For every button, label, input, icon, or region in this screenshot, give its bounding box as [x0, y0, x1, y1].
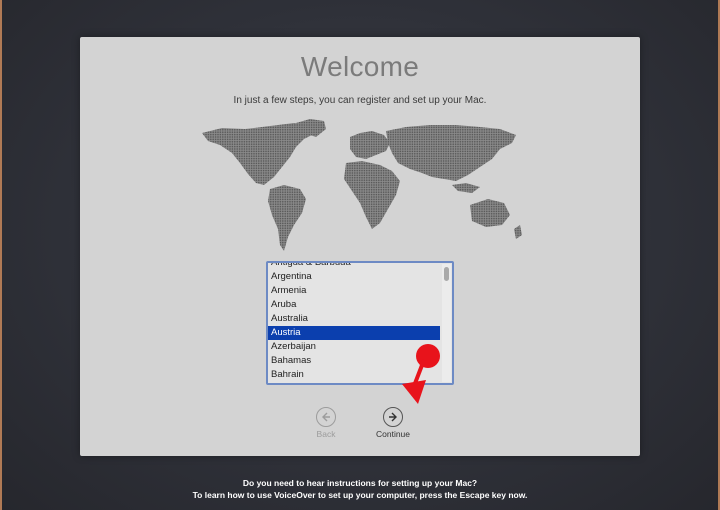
- page-title: Welcome: [300, 51, 420, 82]
- map-south-america: [268, 185, 306, 251]
- map-europe: [350, 131, 390, 159]
- map-new-zealand: [514, 225, 522, 239]
- list-scrollbar[interactable]: [442, 264, 451, 382]
- back-label: Back: [316, 429, 336, 439]
- country-list[interactable]: Antigua & Barbuda Argentina Armenia Arub…: [266, 261, 454, 385]
- window-edge-left: [0, 0, 2, 510]
- continue-button[interactable]: Continue: [363, 407, 423, 439]
- forward-arrow-circle-icon: [383, 407, 403, 427]
- welcome-panel: Welcome In just a few steps, you can reg…: [80, 37, 640, 456]
- map-north-america: [202, 123, 316, 185]
- country-item[interactable]: Bahrain: [268, 368, 440, 382]
- back-arrow-circle-icon: [316, 407, 336, 427]
- page-subtitle: In just a few steps, you can register an…: [233, 95, 487, 106]
- country-item[interactable]: Bahamas: [268, 354, 440, 368]
- map-australia: [470, 199, 510, 227]
- map-southeast-asia: [452, 183, 480, 193]
- country-item-selected[interactable]: Austria: [268, 326, 440, 340]
- voiceover-instructions: Do you need to hear instructions for set…: [0, 477, 720, 501]
- continue-label: Continue: [375, 429, 411, 439]
- map-asia: [386, 125, 516, 181]
- country-item[interactable]: Aruba: [268, 298, 440, 312]
- footer-line-1: Do you need to hear instructions for set…: [242, 478, 478, 488]
- map-africa: [344, 161, 400, 229]
- footer-line-2: To learn how to use VoiceOver to set up …: [192, 490, 528, 500]
- scrollbar-thumb[interactable]: [444, 267, 449, 281]
- country-item[interactable]: Azerbaijan: [268, 340, 440, 354]
- country-item[interactable]: Australia: [268, 312, 440, 326]
- country-item[interactable]: Argentina: [268, 270, 440, 284]
- world-map-image: [202, 119, 522, 251]
- country-item[interactable]: Armenia: [268, 284, 440, 298]
- country-item[interactable]: Antigua & Barbuda: [268, 263, 440, 270]
- back-button[interactable]: Back: [296, 407, 356, 439]
